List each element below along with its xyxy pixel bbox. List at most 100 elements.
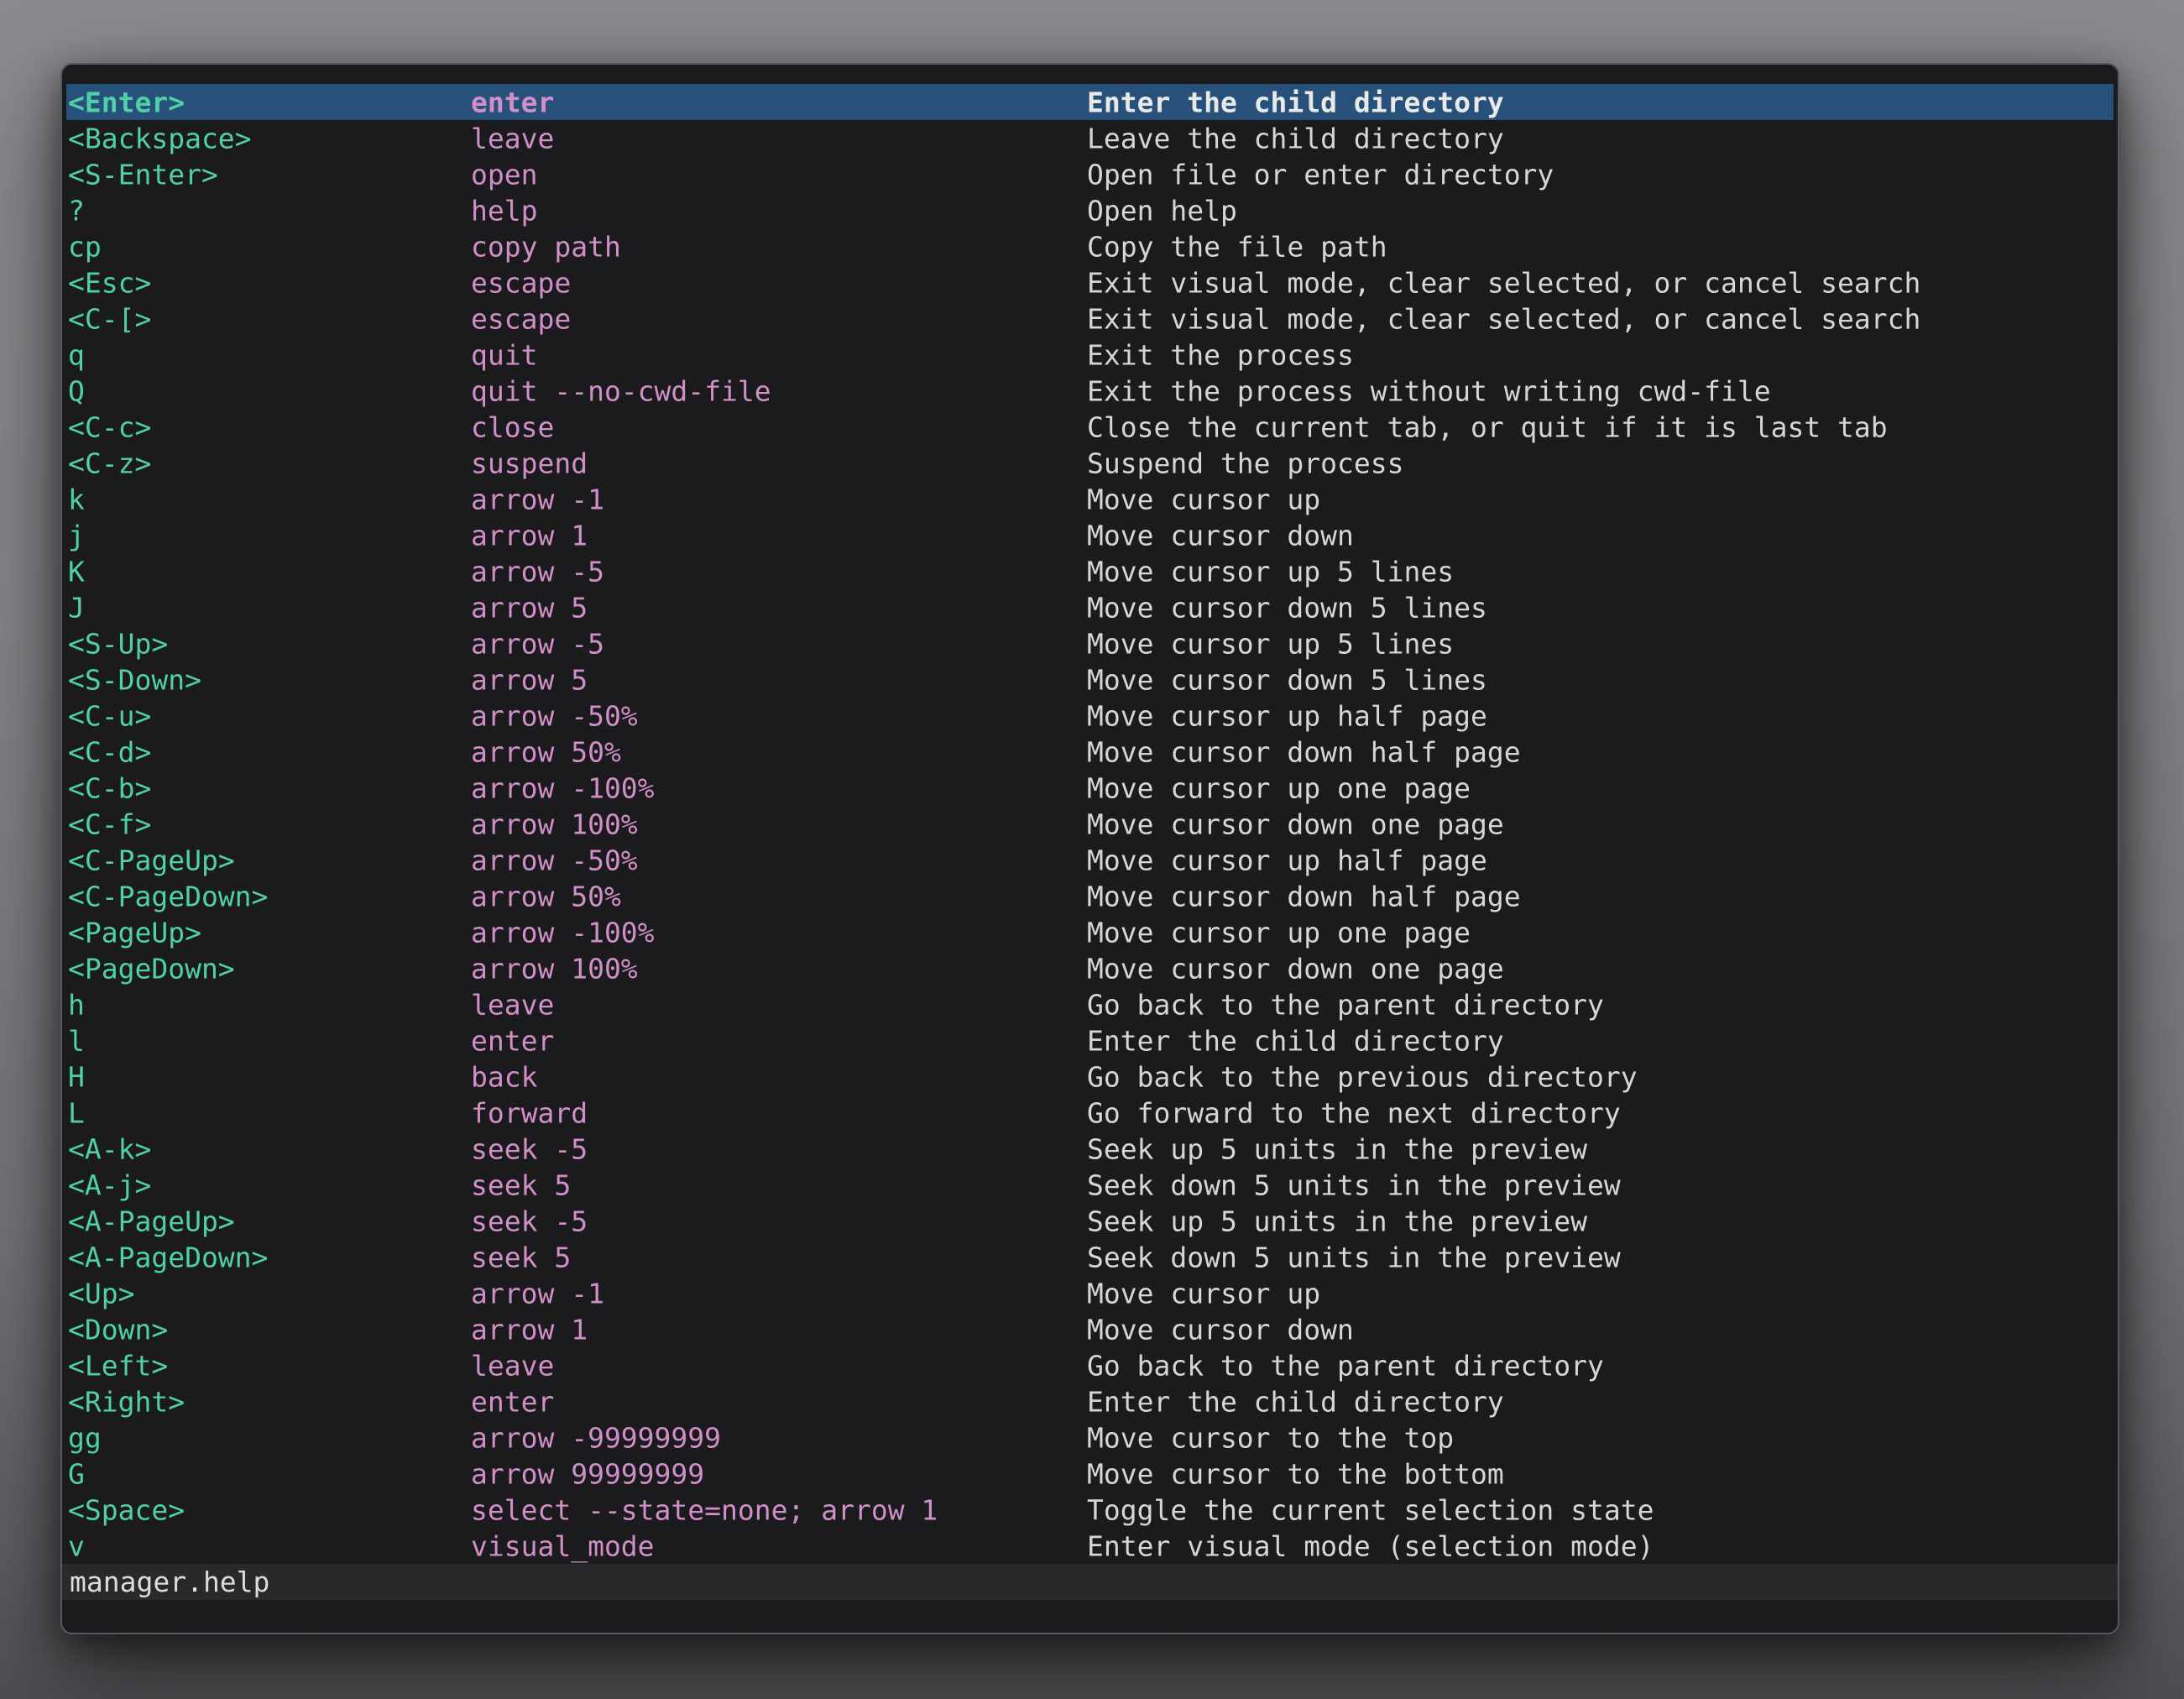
help-row[interactable]: cp copy path Copy the file path [66, 228, 2113, 264]
help-row[interactable]: v visual_mode Enter visual mode (selecti… [66, 1528, 2113, 1564]
command-cell: arrow 100% [471, 952, 638, 985]
description-cell: Move cursor down half page [1087, 735, 1521, 768]
help-row[interactable]: <Right> enter Enter the child directory [66, 1383, 2113, 1419]
description-cell: Move cursor to the top [1087, 1421, 1454, 1454]
help-row[interactable]: <Esc> escape Exit visual mode, clear sel… [66, 264, 2113, 301]
help-row[interactable]: <C-[> escape Exit visual mode, clear sel… [66, 301, 2113, 337]
command-cell: arrow 5 [471, 591, 588, 624]
key-cell: L [68, 1096, 85, 1129]
help-row[interactable]: G arrow 99999999 Move cursor to the bott… [66, 1456, 2113, 1492]
key-cell: <C-b> [68, 771, 151, 804]
command-cell: close [471, 410, 554, 443]
description-cell: Suspend the process [1087, 447, 1404, 479]
description-cell: Move cursor up one page [1087, 916, 1471, 949]
help-row[interactable]: L forward Go forward to the next directo… [66, 1095, 2113, 1131]
key-cell: <C-[> [68, 302, 151, 335]
key-cell: ? [68, 194, 85, 227]
command-cell: arrow 1 [471, 519, 588, 552]
help-row[interactable]: K arrow -5 Move cursor up 5 lines [66, 553, 2113, 589]
help-row[interactable]: <Left> leave Go back to the parent direc… [66, 1347, 2113, 1383]
help-row[interactable]: <A-PageDown> seek 5 Seek down 5 units in… [66, 1239, 2113, 1275]
command-cell: arrow -100% [471, 916, 655, 949]
command-cell: arrow -100% [471, 771, 655, 804]
command-cell: arrow 50% [471, 735, 621, 768]
help-row[interactable]: Q quit --no-cwd-file Exit the process wi… [66, 373, 2113, 409]
help-row[interactable]: <PageUp> arrow -100% Move cursor up one … [66, 914, 2113, 950]
help-row[interactable]: <PageDown> arrow 100% Move cursor down o… [66, 950, 2113, 986]
description-cell: Move cursor to the bottom [1087, 1457, 1504, 1490]
help-row[interactable]: <S-Up> arrow -5 Move cursor up 5 lines [66, 625, 2113, 661]
help-row[interactable]: <C-z> suspend Suspend the process [66, 445, 2113, 481]
description-cell: Seek down 5 units in the preview [1087, 1241, 1621, 1273]
help-row[interactable]: <C-b> arrow -100% Move cursor up one pag… [66, 770, 2113, 806]
description-cell: Move cursor down 5 lines [1087, 591, 1487, 624]
command-cell: leave [471, 1349, 554, 1382]
command-cell: escape [471, 302, 571, 335]
description-cell: Move cursor up half page [1087, 844, 1487, 876]
help-row[interactable]: H back Go back to the previous directory [66, 1059, 2113, 1095]
help-row-selected[interactable]: <Enter> enter Enter the child directory [66, 84, 2113, 120]
key-cell: <Down> [68, 1313, 168, 1346]
help-row[interactable]: <A-PageUp> seek -5 Seek up 5 units in th… [66, 1203, 2113, 1239]
command-cell: arrow 5 [471, 663, 588, 696]
command-cell: quit [471, 338, 537, 371]
key-cell: <S-Down> [68, 663, 201, 696]
help-row[interactable]: <C-u> arrow -50% Move cursor up half pag… [66, 698, 2113, 734]
help-row[interactable]: <A-k> seek -5 Seek up 5 units in the pre… [66, 1131, 2113, 1167]
help-row[interactable]: <Up> arrow -1 Move cursor up [66, 1275, 2113, 1311]
help-row[interactable]: l enter Enter the child directory [66, 1022, 2113, 1059]
help-row[interactable]: <S-Enter> open Open file or enter direct… [66, 156, 2113, 192]
key-cell: <C-u> [68, 699, 151, 732]
command-cell: leave [471, 122, 554, 154]
help-row[interactable]: ? help Open help [66, 192, 2113, 228]
key-cell: <S-Up> [68, 627, 168, 660]
command-cell: escape [471, 266, 571, 299]
command-cell: arrow 100% [471, 808, 638, 840]
help-row[interactable]: <S-Down> arrow 5 Move cursor down 5 line… [66, 661, 2113, 698]
description-cell: Move cursor up 5 lines [1087, 555, 1454, 588]
command-cell: seek 5 [471, 1168, 571, 1201]
help-row[interactable]: <Space> select --state=none; arrow 1 Tog… [66, 1492, 2113, 1528]
description-cell: Move cursor down [1087, 1313, 1354, 1346]
description-cell: Move cursor up 5 lines [1087, 627, 1454, 660]
help-row[interactable]: k arrow -1 Move cursor up [66, 481, 2113, 517]
key-cell: q [68, 338, 85, 371]
key-cell: G [68, 1457, 85, 1490]
help-row[interactable]: q quit Exit the process [66, 337, 2113, 373]
key-cell: <Space> [68, 1493, 185, 1526]
help-row[interactable]: <A-j> seek 5 Seek down 5 units in the pr… [66, 1167, 2113, 1203]
command-cell: suspend [471, 447, 588, 479]
description-cell: Move cursor down one page [1087, 808, 1504, 840]
key-cell: <C-PageUp> [68, 844, 235, 876]
command-cell: visual_mode [471, 1529, 655, 1562]
description-cell: Enter the child directory [1087, 1385, 1504, 1418]
help-row[interactable]: j arrow 1 Move cursor down [66, 517, 2113, 553]
description-cell: Go back to the previous directory [1087, 1060, 1638, 1093]
help-row[interactable]: h leave Go back to the parent directory [66, 986, 2113, 1022]
help-row[interactable]: <C-f> arrow 100% Move cursor down one pa… [66, 806, 2113, 842]
key-cell: <C-c> [68, 410, 151, 443]
description-cell: Seek up 5 units in the preview [1087, 1205, 1587, 1237]
help-row[interactable]: <C-PageUp> arrow -50% Move cursor up hal… [66, 842, 2113, 878]
help-row[interactable]: <C-d> arrow 50% Move cursor down half pa… [66, 734, 2113, 770]
help-row[interactable]: <Backspace> leave Leave the child direct… [66, 120, 2113, 156]
key-cell: l [68, 1024, 85, 1057]
terminal-window[interactable]: <Enter> enter Enter the child directory … [60, 63, 2119, 1634]
help-row[interactable]: J arrow 5 Move cursor down 5 lines [66, 589, 2113, 625]
command-cell: select --state=none; arrow 1 [471, 1493, 938, 1526]
command-cell: quit --no-cwd-file [471, 374, 771, 407]
command-cell: arrow -1 [471, 1277, 604, 1310]
key-cell: <PageDown> [68, 952, 235, 985]
description-cell: Go back to the parent directory [1087, 1349, 1604, 1382]
help-row[interactable]: <Down> arrow 1 Move cursor down [66, 1311, 2113, 1347]
key-cell: <C-d> [68, 735, 151, 768]
help-list: <Enter> enter Enter the child directory … [66, 84, 2113, 1564]
help-row[interactable]: <C-c> close Close the current tab, or qu… [66, 409, 2113, 445]
help-row[interactable]: <C-PageDown> arrow 50% Move cursor down … [66, 878, 2113, 914]
description-cell: Open help [1087, 194, 1237, 227]
description-cell: Enter visual mode (selection mode) [1087, 1529, 1654, 1562]
command-cell: seek 5 [471, 1241, 571, 1273]
help-row[interactable]: gg arrow -99999999 Move cursor to the to… [66, 1419, 2113, 1456]
key-cell: <Backspace> [68, 122, 252, 154]
description-cell: Go forward to the next directory [1087, 1096, 1621, 1129]
